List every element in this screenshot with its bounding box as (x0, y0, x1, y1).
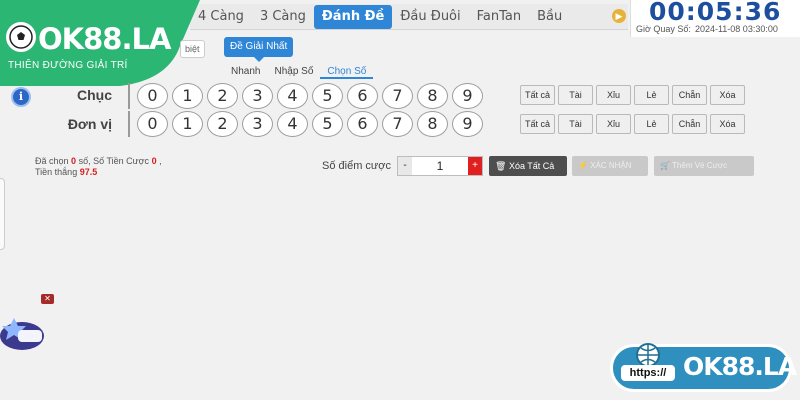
tens-quick-button-2[interactable]: Xỉu (596, 85, 631, 105)
units-quick-buttons: Tất cả Tài Xỉu Lẻ Chẵn Xóa (520, 114, 745, 134)
game-tab-bar: 4 Càng 3 Càng Đánh Đề Đầu Đuôi FanTan Bầu ▶ (190, 4, 628, 30)
tens-number-4[interactable]: 4 (277, 83, 308, 109)
win-label: Tiền thắng (35, 167, 78, 177)
units-number-8[interactable]: 8 (417, 111, 448, 137)
bet-amount-value: 0 (151, 156, 157, 166)
tens-quick-button-0[interactable]: Tất cả (520, 85, 555, 105)
draw-time-label: Giờ Quay Số: (636, 24, 691, 34)
win-value: 97.5 (79, 167, 98, 177)
add-ticket-button[interactable]: 🛒 Thêm Vé Cược (654, 156, 754, 176)
tab-5[interactable]: Bầu (529, 5, 570, 29)
info-icon[interactable]: i (11, 87, 31, 107)
row-label-units: Đơn vị (67, 116, 112, 132)
bolt-icon: ⚡ (578, 161, 588, 170)
units-quick-button-3[interactable]: Lẻ (634, 114, 669, 134)
selected-count: 0 (71, 156, 77, 166)
units-quick-button-4[interactable]: Chẵn (672, 114, 707, 134)
game-logo-icon (0, 318, 44, 350)
bet-points-input[interactable]: 1 (412, 157, 468, 175)
clear-all-button[interactable]: 🗑 Xóa Tất Cả (489, 156, 567, 176)
increment-button[interactable]: + (468, 157, 482, 175)
soccer-ball-icon (6, 22, 36, 52)
tens-number-7[interactable]: 7 (382, 83, 413, 109)
tens-quick-buttons: Tất cả Tài Xỉu Lẻ Chẵn Xóa (520, 85, 745, 105)
tens-quick-button-3[interactable]: Lẻ (634, 85, 669, 105)
units-number-7[interactable]: 7 (382, 111, 413, 137)
units-number-row: 0123456789 (137, 111, 483, 137)
units-quick-button-2[interactable]: Xỉu (596, 114, 631, 134)
bet-amount-label: Số Tiền Cược (93, 156, 150, 166)
units-number-9[interactable]: 9 (452, 111, 483, 137)
clear-all-label: Xóa Tất Cả (508, 161, 555, 171)
tens-number-1[interactable]: 1 (172, 83, 203, 109)
close-icon[interactable]: ✕ (41, 294, 54, 304)
confirm-label: XÁC NHẬN (590, 161, 632, 170)
draw-time: Giờ Quay Số: 2024-11-08 03:30:00 (636, 24, 782, 34)
promo-badge: https:// OK88.LA (610, 343, 797, 392)
add-ticket-label: Thêm Vé Cược (672, 161, 728, 170)
promo-http: https:// (621, 365, 675, 381)
globe-icon (636, 343, 660, 365)
tens-number-6[interactable]: 6 (347, 83, 378, 109)
units-number-5[interactable]: 5 (312, 111, 343, 137)
tens-quick-button-4[interactable]: Chẵn (672, 85, 707, 105)
decrement-button[interactable]: - (398, 157, 412, 175)
selected-unit: số, (78, 156, 91, 166)
units-number-1[interactable]: 1 (172, 111, 203, 137)
cart-icon: 🛒 (660, 161, 670, 170)
bet-points-label: Số điểm cược (322, 160, 391, 172)
tens-number-0[interactable]: 0 (137, 83, 168, 109)
tab-2[interactable]: Đánh Đề (313, 4, 393, 29)
tens-quick-button-1[interactable]: Tài (558, 85, 593, 105)
tens-number-3[interactable]: 3 (242, 83, 273, 109)
trash-icon: 🗑 (495, 161, 507, 171)
units-quick-button-5[interactable]: Xóa (710, 114, 745, 134)
input-mode-tabs: Nhanh Nhập Số Chọn Số (224, 66, 374, 79)
tab-1[interactable]: 3 Càng (252, 5, 314, 29)
bet-points-stepper: - 1 + (397, 156, 483, 176)
input-mode-0[interactable]: Nhanh (224, 66, 267, 79)
countdown-panel: 00:05:36 Giờ Quay Số: 2024-11-08 03:30:00 (630, 0, 800, 37)
prize-tab[interactable]: Đề Giải Nhất (224, 37, 294, 62)
tens-number-8[interactable]: 8 (417, 83, 448, 109)
units-number-0[interactable]: 0 (137, 111, 168, 137)
input-mode-1[interactable]: Nhập Số (267, 66, 320, 79)
units-quick-button-1[interactable]: Tài (558, 114, 593, 134)
row-divider (128, 83, 130, 109)
side-drawer-handle[interactable] (0, 178, 5, 250)
units-number-6[interactable]: 6 (347, 111, 378, 137)
logo-slogan: THIÊN ĐƯỜNG GIẢI TRÍ (8, 60, 128, 71)
tab-4[interactable]: FanTan (469, 5, 529, 29)
units-number-2[interactable]: 2 (207, 111, 238, 137)
draw-time-value: 2024-11-08 03:30:00 (694, 24, 778, 34)
row-label-tens: Chục (77, 87, 112, 103)
units-number-4[interactable]: 4 (277, 111, 308, 137)
row-divider (128, 111, 130, 137)
tens-number-row: 0123456789 (137, 83, 483, 109)
units-number-3[interactable]: 3 (242, 111, 273, 137)
chevron-right-icon[interactable]: ▶ (612, 9, 626, 23)
confirm-button[interactable]: ⚡ XÁC NHẬN (572, 156, 648, 176)
countdown-timer: 00:05:36 (649, 0, 782, 26)
units-quick-button-0[interactable]: Tất cả (520, 114, 555, 134)
selected-label: Đã chọn (35, 156, 69, 166)
tens-quick-button-5[interactable]: Xóa (710, 85, 745, 105)
promo-text: OK88.LA (683, 352, 797, 381)
tab-3[interactable]: Đầu Đuôi (392, 5, 468, 29)
bet-amount-suffix: , (159, 156, 162, 166)
bet-summary: Đã chọn 0 số, Số Tiền Cược 0 , Tiền thắn… (35, 156, 162, 178)
tens-number-2[interactable]: 2 (207, 83, 238, 109)
input-mode-2[interactable]: Chọn Số (320, 66, 374, 79)
tens-number-9[interactable]: 9 (452, 83, 483, 109)
brand-logo: OK88.LA THIÊN ĐƯỜNG GIẢI TRÍ (0, 0, 200, 86)
mode-badge[interactable]: biệt (180, 40, 205, 58)
tens-number-5[interactable]: 5 (312, 83, 343, 109)
logo-text: OK88.LA (38, 22, 171, 56)
